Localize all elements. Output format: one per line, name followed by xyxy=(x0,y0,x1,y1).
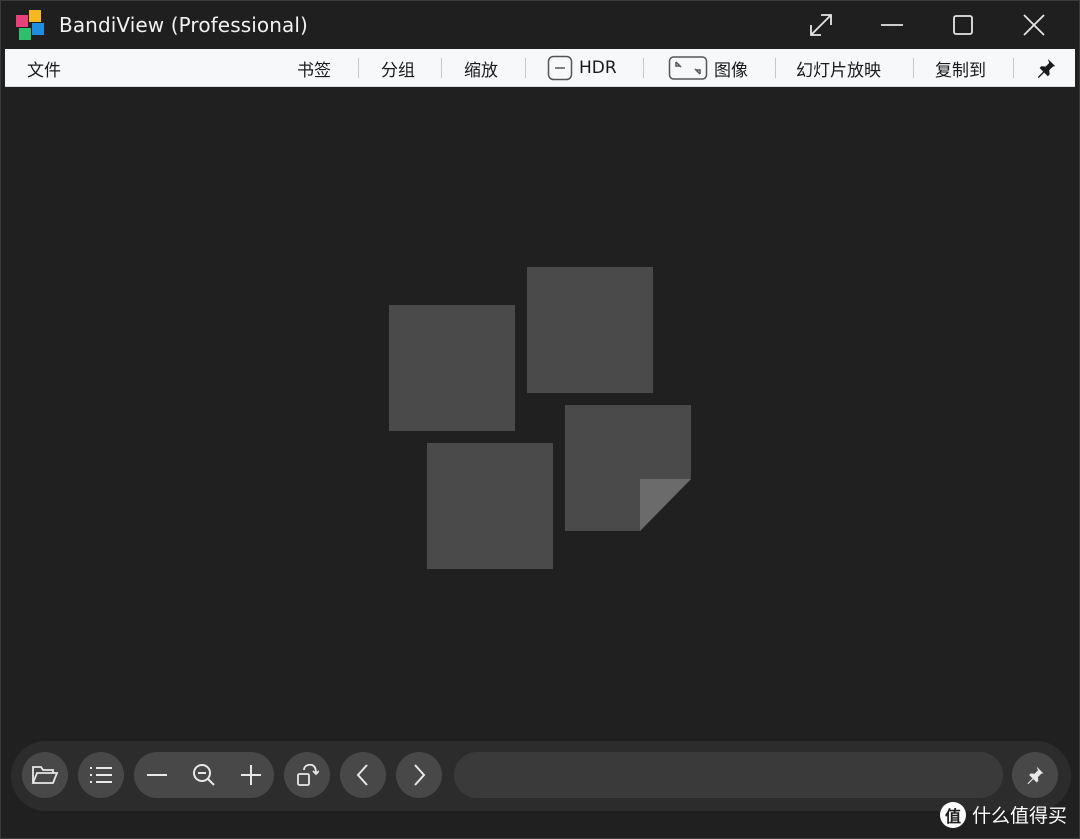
menu-image-label: 图像 xyxy=(714,60,748,81)
window-title: BandiView (Professional) xyxy=(59,13,308,37)
empty-viewer-placeholder-icon xyxy=(389,267,691,569)
chevron-left-icon xyxy=(356,764,368,786)
folder-open-icon xyxy=(31,766,59,784)
minus-icon xyxy=(147,774,167,776)
minimize-button[interactable] xyxy=(857,1,927,49)
menu-hdr[interactable]: HDR xyxy=(547,49,617,87)
menu-separator xyxy=(441,58,442,78)
previous-image-button[interactable] xyxy=(340,752,386,798)
watermark-text: 什么值得买 xyxy=(971,805,1067,827)
close-icon xyxy=(1023,14,1045,36)
menu-bar: 文件 书签 分组 缩放 HDR 图像 幻灯片放映 复制到 xyxy=(5,49,1075,87)
maximize-icon xyxy=(953,15,973,35)
minimize-icon xyxy=(881,24,903,26)
placeholder-square xyxy=(527,267,653,393)
rotate-icon xyxy=(297,763,319,786)
fullscreen-button[interactable] xyxy=(786,1,856,49)
plus-icon xyxy=(241,765,261,785)
placeholder-page-fold xyxy=(640,479,691,531)
chevron-right-icon xyxy=(414,764,426,786)
menu-separator xyxy=(358,58,359,78)
zoom-out-magnifier-icon xyxy=(193,764,215,786)
title-bar[interactable]: BandiView (Professional) xyxy=(1,1,1079,49)
placeholder-square xyxy=(389,305,515,431)
pin-icon xyxy=(1027,766,1044,785)
menu-bookmark[interactable]: 书签 xyxy=(297,49,331,87)
menu-image[interactable]: 图像 xyxy=(668,49,748,87)
image-resize-icon xyxy=(668,56,708,80)
rotate-button[interactable] xyxy=(284,752,330,798)
menu-zoom[interactable]: 缩放 xyxy=(464,49,498,87)
menu-separator xyxy=(1013,58,1014,78)
watermark-badge: 值 xyxy=(939,801,966,828)
menu-separator xyxy=(913,58,914,78)
zoom-fit-button[interactable] xyxy=(181,752,227,798)
expand-diagonal-icon xyxy=(810,14,832,36)
menu-hdr-label: HDR xyxy=(579,58,617,78)
file-list-button[interactable] xyxy=(78,752,124,798)
open-folder-button[interactable] xyxy=(22,752,68,798)
menu-pin-button[interactable] xyxy=(1035,49,1063,87)
pin-toolbar-button[interactable] xyxy=(1012,752,1058,798)
pin-icon xyxy=(1037,58,1056,79)
list-icon xyxy=(90,767,112,783)
maximize-button[interactable] xyxy=(928,1,998,49)
menu-separator xyxy=(643,58,644,78)
bottom-toolbar xyxy=(11,741,1071,811)
menu-slideshow[interactable]: 幻灯片放映 xyxy=(796,49,881,87)
bandiview-window: BandiView (Professional) 文件 书签 分组 缩放 HDR… xyxy=(0,0,1080,839)
hdr-toggle-icon xyxy=(547,55,573,81)
next-image-button[interactable] xyxy=(396,752,442,798)
zoom-controls xyxy=(134,752,274,798)
close-button[interactable] xyxy=(999,1,1069,49)
menu-separator xyxy=(775,58,776,78)
watermark: 值 什么值得买 xyxy=(939,801,1067,828)
menu-group[interactable]: 分组 xyxy=(381,49,415,87)
app-logo-icon xyxy=(16,10,44,40)
zoom-out-button[interactable] xyxy=(134,752,180,798)
menu-copy-to[interactable]: 复制到 xyxy=(935,49,986,87)
placeholder-folded-page xyxy=(565,405,691,531)
menu-separator xyxy=(525,58,526,78)
zoom-in-button[interactable] xyxy=(228,752,274,798)
image-position-slider[interactable] xyxy=(454,752,1003,798)
menu-file[interactable]: 文件 xyxy=(27,49,61,87)
placeholder-square xyxy=(427,443,553,569)
